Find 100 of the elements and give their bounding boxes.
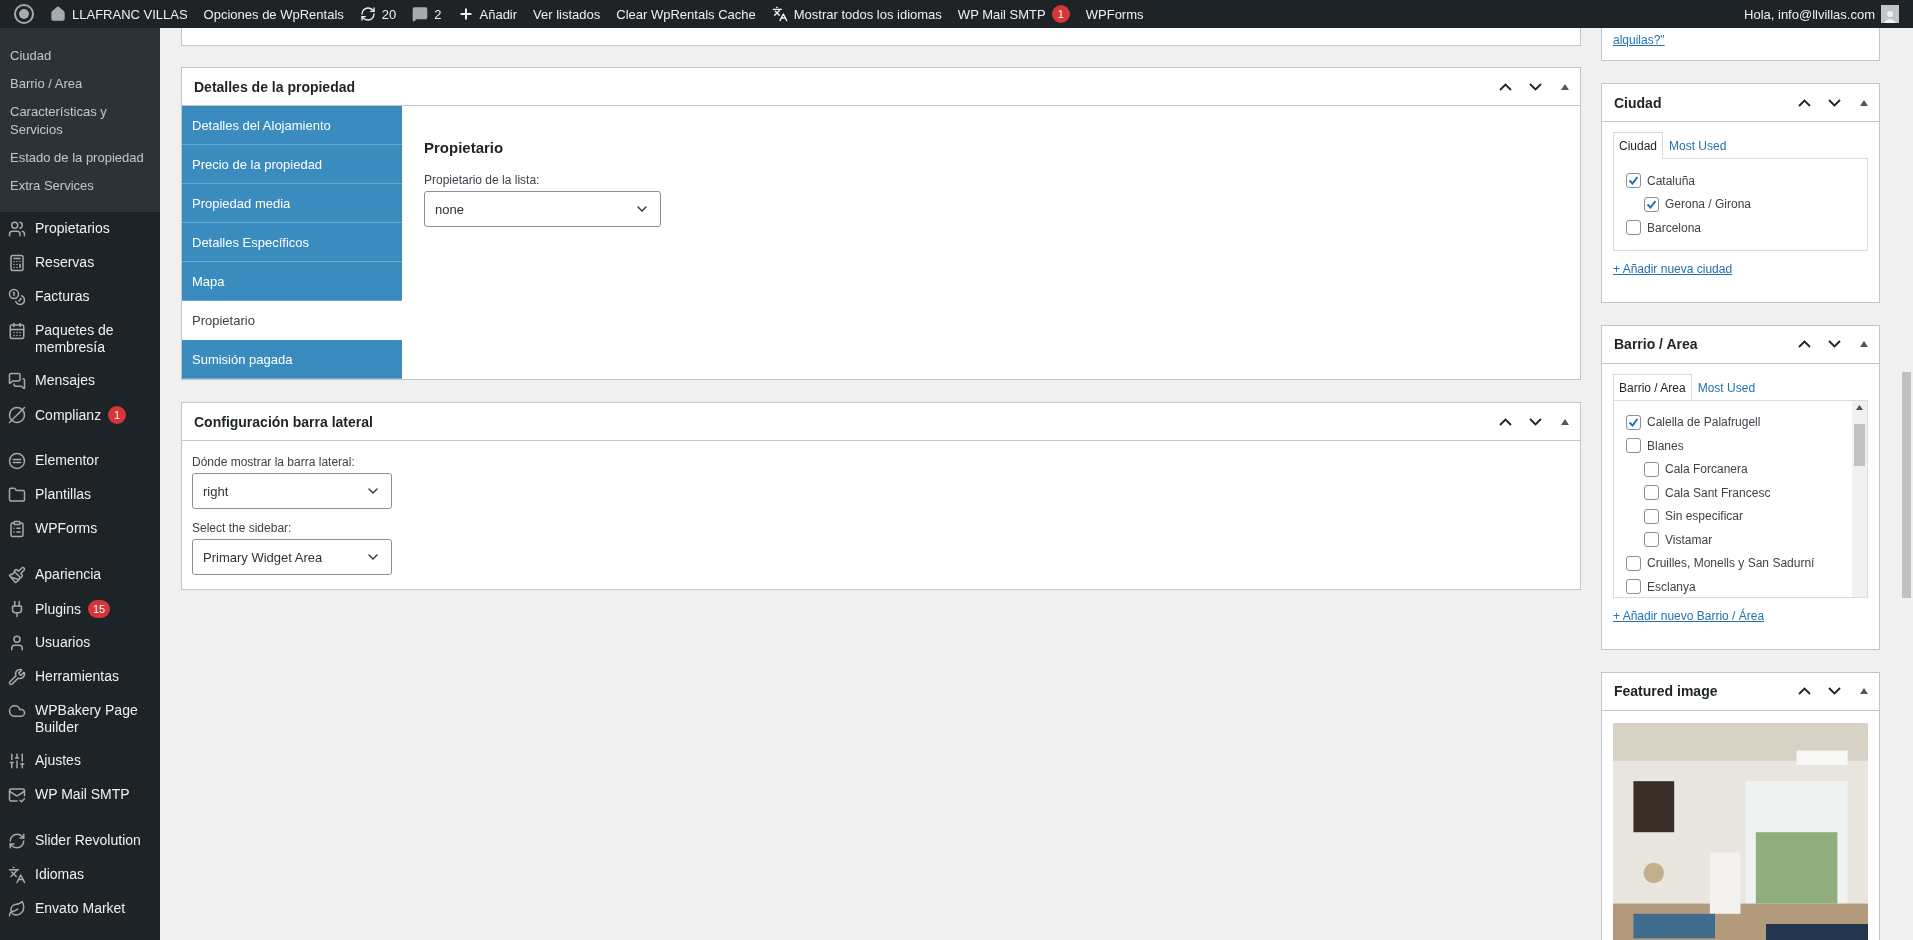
chevron-down-icon: [1528, 82, 1542, 91]
checkbox[interactable]: [1626, 414, 1641, 430]
coins-icon: [8, 288, 26, 306]
triangle-icon: [1859, 98, 1869, 107]
owner-select[interactable]: none: [424, 191, 661, 227]
menu-item[interactable]: WPForms: [0, 512, 160, 546]
toolbar-item[interactable]: Clear WpRentals Cache: [608, 0, 764, 28]
checkbox[interactable]: [1644, 461, 1659, 477]
term-label: Cataluña: [1647, 173, 1696, 188]
toolbar-item[interactable]: Opciones de WpRentals: [195, 0, 352, 28]
checkbox[interactable]: [1644, 508, 1659, 524]
scrollbar-thumb[interactable]: [1854, 423, 1865, 466]
submenu-item[interactable]: Características y Servicios: [0, 98, 160, 144]
menu-item[interactable]: Elementor: [0, 444, 160, 478]
menu-item[interactable]: Herramientas: [0, 660, 160, 694]
toolbar-item[interactable]: Mostrar todos los idiomas: [763, 0, 950, 28]
account-link[interactable]: Hola, info@llvillas.com: [1736, 0, 1907, 28]
toolbar-item[interactable]: 2: [404, 0, 450, 28]
tab[interactable]: Barrio / Area: [1613, 373, 1692, 401]
tab[interactable]: Detalles del Alojamiento: [182, 106, 402, 145]
menu-item[interactable]: Plugins 15: [0, 592, 160, 626]
tab[interactable]: Precio de la propiedad: [182, 145, 402, 184]
scroll-up-icon: [1856, 404, 1863, 410]
tab[interactable]: Propiedad media: [182, 184, 402, 223]
tab[interactable]: Detalles Específicos: [182, 223, 402, 262]
site-name-link[interactable]: LLAFRANC VILLAS: [42, 0, 196, 28]
menu-item[interactable]: Paquetes de membresía: [0, 314, 160, 364]
home-icon: [50, 6, 66, 22]
menu-item[interactable]: Propietarios: [0, 212, 160, 246]
triangle-icon: [1859, 340, 1869, 348]
dropdown-select[interactable]: right: [192, 473, 392, 509]
triangle-icon: [1859, 687, 1869, 695]
plus-icon: [457, 6, 474, 22]
calculator-icon: [8, 254, 26, 272]
menu-item[interactable]: WP Mail SMTP: [0, 778, 160, 812]
submenu-item[interactable]: Barrio / Area: [0, 70, 160, 98]
checkbox[interactable]: [1644, 532, 1659, 548]
panel-title: Configuración barra lateral: [194, 413, 374, 430]
panel-title: Ciudad: [1614, 94, 1663, 111]
chevron-up-icon: [1498, 417, 1512, 426]
menu-item[interactable]: Ajustes: [0, 744, 160, 778]
scrollbar[interactable]: [1852, 400, 1867, 597]
chevron-down-icon: [1827, 687, 1841, 695]
checkbox[interactable]: [1626, 555, 1641, 571]
menu-item[interactable]: Envato Market: [0, 892, 160, 926]
wrench-icon: [8, 668, 26, 686]
scrollbar-thumb[interactable]: [1902, 372, 1911, 598]
leaf-icon: [8, 900, 26, 918]
panel-title: Featured image: [1614, 683, 1719, 699]
comment-icon: [412, 6, 429, 22]
triangle-icon: [1560, 82, 1570, 91]
checkbox[interactable]: [1626, 438, 1641, 454]
cloud-icon: [8, 702, 26, 720]
add-link[interactable]: + Añadir nueva ciudad: [1613, 261, 1733, 276]
menu-item[interactable]: Apariencia: [0, 558, 160, 592]
submenu-item[interactable]: Estado de la propiedad: [0, 144, 160, 172]
panel-title: Detalles de la propiedad: [194, 78, 357, 95]
link[interactable]: alquilas?": [1613, 33, 1665, 47]
toolbar-item[interactable]: WP Mail SMTP 1: [949, 0, 1078, 28]
checkbox[interactable]: [1626, 220, 1641, 236]
menu-item[interactable]: Mensajes: [0, 364, 160, 398]
checkbox[interactable]: [1644, 485, 1659, 501]
circle-lines-icon: [8, 452, 26, 470]
users-icon: [8, 220, 26, 238]
chat-icon: [8, 372, 26, 390]
menu-item[interactable]: Facturas: [0, 280, 160, 314]
avatar-icon: [1881, 5, 1899, 23]
checkbox[interactable]: [1626, 173, 1641, 189]
menu-item[interactable]: Reservas: [0, 246, 160, 280]
chevron-down-icon: [1827, 340, 1841, 348]
triangle-icon: [1560, 417, 1570, 426]
section-title: Propietario: [424, 139, 505, 156]
dropdown-select[interactable]: Primary Widget Area: [192, 539, 392, 575]
toolbar-item[interactable]: WPForms: [1077, 0, 1152, 28]
tab[interactable]: Most Used: [1663, 132, 1733, 159]
menu-item[interactable]: WPBakery Page Builder: [0, 694, 160, 744]
tab[interactable]: Mapa: [182, 262, 402, 301]
toolbar-item[interactable]: Ver listados: [525, 0, 609, 28]
add-link[interactable]: + Añadir nuevo Barrio / Área: [1613, 608, 1765, 623]
paintbrush-icon: [8, 566, 26, 584]
menu-item[interactable]: Slider Revolution: [0, 824, 160, 858]
term-label: Blanes: [1647, 438, 1684, 453]
menu-item[interactable]: Plantillas: [0, 478, 160, 512]
submenu-item[interactable]: Ciudad: [0, 42, 160, 70]
tab[interactable]: Ciudad: [1613, 132, 1664, 159]
menu-item[interactable]: Usuarios: [0, 626, 160, 660]
tab[interactable]: Sumisión pagada: [182, 340, 402, 379]
toolbar-item[interactable]: 20: [351, 0, 405, 28]
toolbar-item[interactable]: Añadir: [449, 0, 526, 28]
panel-title: Barrio / Area: [1614, 336, 1699, 352]
submenu-item[interactable]: Extra Services: [0, 172, 160, 200]
checkbox[interactable]: [1626, 579, 1641, 595]
folder-icon: [8, 486, 26, 504]
chevron-up-icon: [1797, 340, 1811, 348]
tab[interactable]: Most Used: [1691, 373, 1762, 401]
checkbox[interactable]: [1644, 196, 1659, 212]
term-label: Gerona / Girona: [1665, 197, 1752, 212]
sliders-icon: [8, 752, 26, 770]
menu-item[interactable]: Idiomas: [0, 858, 160, 892]
menu-item[interactable]: Complianz 1: [0, 398, 160, 432]
